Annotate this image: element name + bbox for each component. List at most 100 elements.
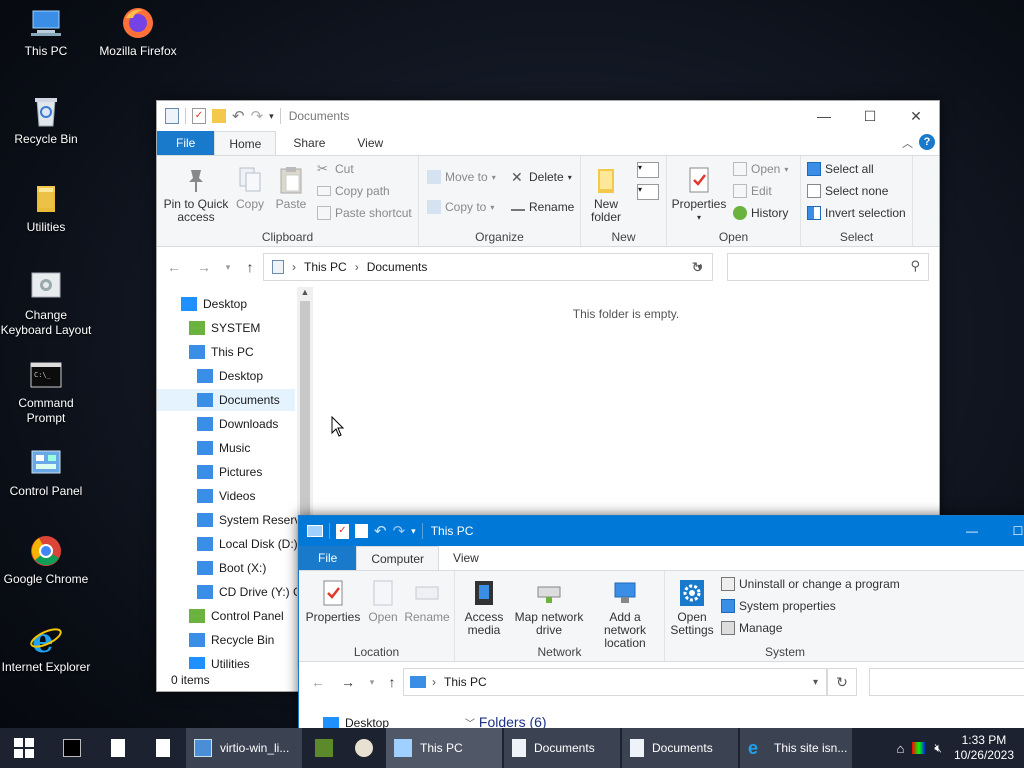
scrollbar-thumb[interactable] — [300, 301, 310, 519]
tree-item[interactable]: Desktop — [181, 297, 247, 311]
tab-view[interactable]: View — [342, 131, 398, 155]
refresh-button[interactable]: ↻ — [827, 668, 857, 696]
properties-button[interactable]: Properties ▾ — [669, 166, 729, 224]
tree-item[interactable]: SYSTEM — [189, 321, 260, 335]
start-button[interactable] — [0, 728, 48, 768]
title-bar[interactable]: ✓ ↶ ↷ ▾ Documents — ☐ ✕ — [157, 101, 939, 131]
tree-item[interactable]: Recycle Bin — [189, 633, 274, 647]
minimize-button[interactable]: — — [949, 516, 995, 546]
tree-item[interactable]: This PC — [189, 345, 254, 359]
edit-button[interactable]: Edit — [733, 184, 772, 198]
display-icon[interactable] — [912, 742, 927, 754]
invert-selection-button[interactable]: Invert selection — [807, 206, 906, 220]
address-bar[interactable]: › This PC ▾ — [403, 668, 827, 696]
address-dropdown-icon[interactable]: ▾ — [813, 677, 818, 688]
maximize-button[interactable]: ☐ — [847, 101, 893, 131]
clock[interactable]: 1:33 PM 10/26/2023 — [954, 733, 1014, 763]
tab-file[interactable]: File — [299, 546, 357, 570]
taskbar-app-1[interactable] — [304, 728, 344, 768]
taskbar-button-ie[interactable]: e This site isn... — [740, 728, 852, 768]
qat-dropdown-icon[interactable]: ▾ — [411, 526, 416, 537]
back-button[interactable]: ← — [307, 674, 329, 690]
paste-button[interactable]: Paste — [271, 166, 311, 211]
cut-button[interactable]: ✂ Cut — [317, 162, 354, 177]
search-box[interactable] — [869, 668, 1024, 696]
search-box[interactable]: ⚲ — [727, 253, 929, 281]
tab-share[interactable]: Share — [276, 131, 342, 155]
close-button[interactable]: ✕ — [893, 101, 939, 131]
desktop-icon-utilities[interactable]: Utilities — [0, 182, 92, 235]
tree-item[interactable]: Desktop — [197, 369, 263, 383]
volume-muted-icon[interactable]: 🔇︎ — [934, 741, 942, 756]
taskbar-button-documents-1[interactable]: Documents — [504, 728, 620, 768]
collapse-ribbon-icon[interactable]: ︿ — [902, 135, 913, 151]
undo-icon[interactable]: ↶ — [232, 107, 245, 125]
back-button[interactable]: ← — [163, 259, 185, 275]
undo-icon[interactable]: ↶ — [374, 522, 387, 540]
desktop-icon-control-panel[interactable]: Control Panel — [0, 446, 92, 499]
address-bar[interactable]: › This PC › Documents ▾ — [263, 253, 713, 281]
new-folder-qat-icon[interactable] — [355, 524, 368, 538]
new-folder-qat-icon[interactable] — [212, 109, 226, 123]
desktop-icon-keyboard[interactable]: Change Keyboard Layout — [0, 270, 92, 338]
tab-home[interactable]: Home — [214, 131, 277, 155]
recent-locations-icon[interactable]: ▾ — [361, 677, 383, 688]
taskbar-button-documents-2[interactable]: Documents — [622, 728, 738, 768]
delete-button[interactable]: ✕ Delete ▾ — [511, 170, 572, 184]
tree-item[interactable]: Control Panel — [189, 609, 284, 623]
tree-item[interactable]: Utilities — [189, 657, 250, 669]
access-media-button[interactable]: Access media — [459, 579, 509, 637]
tab-view[interactable]: View — [439, 546, 493, 570]
up-button[interactable]: ↑ — [239, 259, 261, 275]
refresh-button[interactable]: ↻ — [683, 253, 713, 281]
select-none-button[interactable]: Select none — [807, 184, 888, 198]
tree-item[interactable]: Videos — [197, 489, 255, 503]
up-button[interactable]: ↑ — [381, 674, 403, 690]
tree-item[interactable]: Local Disk (D:) — [197, 537, 298, 551]
select-all-button[interactable]: Select all — [807, 162, 874, 176]
desktop-icon-chrome[interactable]: Google Chrome — [0, 534, 92, 587]
desktop-icon-recycle-bin[interactable]: Recycle Bin — [0, 94, 92, 147]
tree-item[interactable]: Music — [197, 441, 250, 455]
maximize-button[interactable]: ☐ — [995, 516, 1024, 546]
pin-quick-access-button[interactable]: Pin to Quick access — [163, 166, 229, 224]
tab-file[interactable]: File — [157, 131, 215, 155]
breadcrumb-this-pc[interactable]: This PC — [304, 260, 347, 274]
tree-item[interactable]: Documents — [157, 389, 295, 411]
open-button[interactable]: Open ▾ — [733, 162, 788, 176]
taskbar-cmd[interactable] — [48, 728, 96, 768]
rename-button[interactable]: Rename — [403, 579, 451, 624]
taskbar-file-2[interactable] — [140, 728, 186, 768]
recent-locations-icon[interactable]: ▾ — [217, 262, 239, 273]
tab-computer[interactable]: Computer — [356, 546, 440, 570]
network-icon[interactable]: ⌂ — [897, 741, 905, 756]
move-to-button[interactable]: Move to ▾ — [427, 170, 496, 184]
redo-icon[interactable]: ↷ — [251, 107, 264, 125]
manage-button[interactable]: Manage — [721, 621, 782, 635]
redo-icon[interactable]: ↷ — [393, 522, 406, 540]
history-button[interactable]: History — [733, 206, 788, 220]
minimize-button[interactable]: — — [801, 101, 847, 131]
checklist-qat-icon[interactable]: ✓ — [192, 108, 206, 124]
open-button[interactable]: Open — [363, 579, 403, 624]
tree-item[interactable]: Boot (X:) — [197, 561, 266, 575]
qat-dropdown-icon[interactable]: ▾ — [269, 111, 274, 122]
desktop-icon-ie[interactable]: e Internet Explorer — [0, 621, 92, 675]
map-network-drive-button[interactable]: Map network drive — [511, 579, 587, 637]
taskbar-button-this-pc[interactable]: This PC — [386, 728, 502, 768]
forward-button[interactable]: → — [193, 259, 215, 275]
breadcrumb-this-pc[interactable]: This PC — [444, 675, 487, 689]
title-bar[interactable]: ✓ ↶ ↷ ▾ This PC — ☐ — [299, 516, 1024, 546]
copy-button[interactable]: Copy — [231, 166, 269, 211]
taskbar-app-2[interactable] — [344, 728, 384, 768]
paste-shortcut-button[interactable]: Paste shortcut — [317, 206, 412, 220]
tree-item[interactable]: Pictures — [197, 465, 262, 479]
properties-qat-icon[interactable] — [165, 108, 179, 124]
system-properties-button[interactable]: System properties — [721, 599, 836, 613]
tree-item[interactable]: System Reserve — [197, 513, 307, 527]
tree-item[interactable]: CD Drive (Y:) G — [197, 585, 302, 599]
uninstall-program-button[interactable]: Uninstall or change a program — [721, 577, 900, 591]
easy-access-icon[interactable]: ▾ — [637, 184, 659, 200]
copy-path-button[interactable]: Copy path — [317, 184, 390, 198]
properties-qat-icon[interactable]: ✓ — [336, 523, 349, 539]
